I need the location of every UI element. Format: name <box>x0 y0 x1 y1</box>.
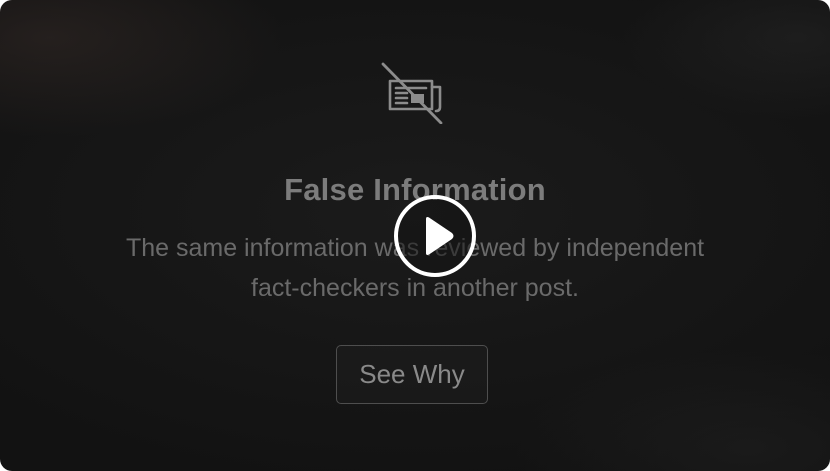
play-button[interactable] <box>394 195 476 277</box>
video-frame: False Information The same information w… <box>0 0 830 471</box>
false-information-overlay: False Information The same information w… <box>0 0 830 471</box>
see-why-button[interactable]: See Why <box>336 345 488 404</box>
play-icon <box>426 217 454 255</box>
newspaper-crossed-out-icon <box>380 62 444 125</box>
